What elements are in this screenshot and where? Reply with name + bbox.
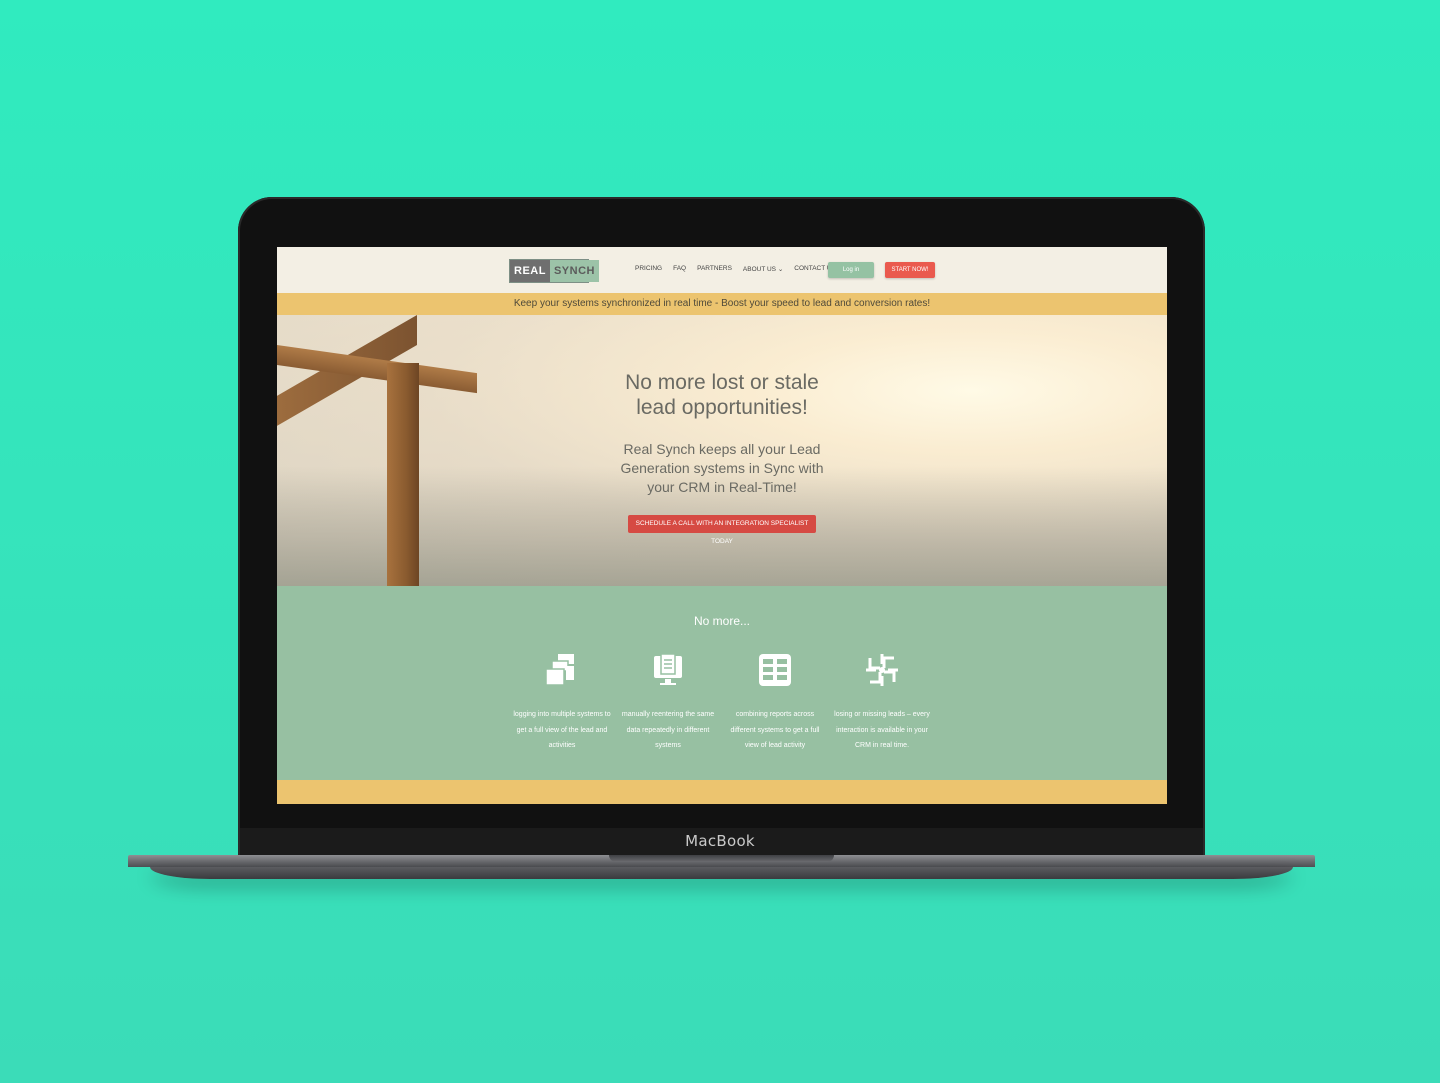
hero-sub-line2: Generation systems in Sync with <box>620 460 824 476</box>
feature-item: combining reports across different syste… <box>722 652 828 754</box>
site-header: REAL SYNCH PRICING FAQ PARTNERS ABOUT US… <box>277 247 1167 293</box>
laptop-base-shadow <box>150 867 1293 879</box>
promo-banner: Keep your systems synchronized in real t… <box>277 293 1167 315</box>
feature-text-line: different systems to get a full <box>730 726 820 734</box>
nav-item-pricing[interactable]: PRICING <box>635 265 662 273</box>
feature-text-line: view of lead activity <box>744 742 806 749</box>
main-nav: PRICING FAQ PARTNERS ABOUT US ⌄ CONTACT … <box>635 265 836 273</box>
laptop-notch <box>609 855 834 862</box>
schedule-call-button[interactable]: SCHEDULE A CALL WITH AN INTEGRATION SPEC… <box>628 515 816 545</box>
nav-item-partners[interactable]: PARTNERS <box>697 265 732 273</box>
features-section: No more... logging into multiple systems… <box>277 586 1167 780</box>
feature-item: losing or missing leads – every interact… <box>829 652 935 754</box>
feature-item: manually reentering the same data repeat… <box>615 652 721 754</box>
feature-text-line: manually reentering the same <box>621 711 715 718</box>
feature-text-line: combining reports across <box>735 711 815 718</box>
site-logo[interactable]: REAL SYNCH <box>509 259 599 283</box>
feature-item: logging into multiple systems to get a f… <box>509 652 615 754</box>
feature-text-line: losing or missing leads – every <box>834 711 930 718</box>
start-now-button[interactable]: START NOW! <box>885 262 935 278</box>
feature-text-line: data repeatedly in different <box>626 726 710 734</box>
multiple-windows-icon <box>545 654 574 686</box>
nav-item-about-us[interactable]: ABOUT US ⌄ <box>743 265 783 273</box>
nav-item-faq[interactable]: FAQ <box>673 265 686 273</box>
hero-title: No more lost or stale lead opportunities… <box>277 370 1167 420</box>
feature-text-line: CRM in real time. <box>854 742 910 749</box>
hero-title-line2: lead opportunities! <box>636 396 808 419</box>
feature-text-line: systems <box>655 742 681 749</box>
laptop-brand-label: MacBook <box>685 832 755 850</box>
hero-sub-line3: your CRM in Real-Time! <box>647 479 797 495</box>
features-heading: No more... <box>693 614 750 628</box>
hero-title-line1: No more lost or stale <box>625 371 819 394</box>
reports-columns-icon <box>759 654 791 686</box>
hero-sub-line1: Real Synch keeps all your Lead <box>623 441 821 457</box>
hero-section: No more lost or stale lead opportunities… <box>277 315 1167 586</box>
monitor-document-icon <box>654 653 682 685</box>
laptop-screen: REAL SYNCH PRICING FAQ PARTNERS ABOUT US… <box>277 247 1167 804</box>
footer-bar <box>277 780 1167 804</box>
logo-text-synch: SYNCH <box>549 260 599 282</box>
hero-subtitle: Real Synch keeps all your Lead Generatio… <box>277 440 1167 497</box>
arrows-puzzle-icon <box>866 654 898 686</box>
feature-text-line: get a full view of the lead and <box>516 726 608 734</box>
feature-text-line: activities <box>548 742 576 749</box>
login-button[interactable]: Log in <box>828 262 874 278</box>
logo-text-real: REAL <box>510 260 550 282</box>
feature-text-line: interaction is available in your <box>836 726 928 734</box>
feature-text-line: logging into multiple systems to <box>513 711 611 718</box>
